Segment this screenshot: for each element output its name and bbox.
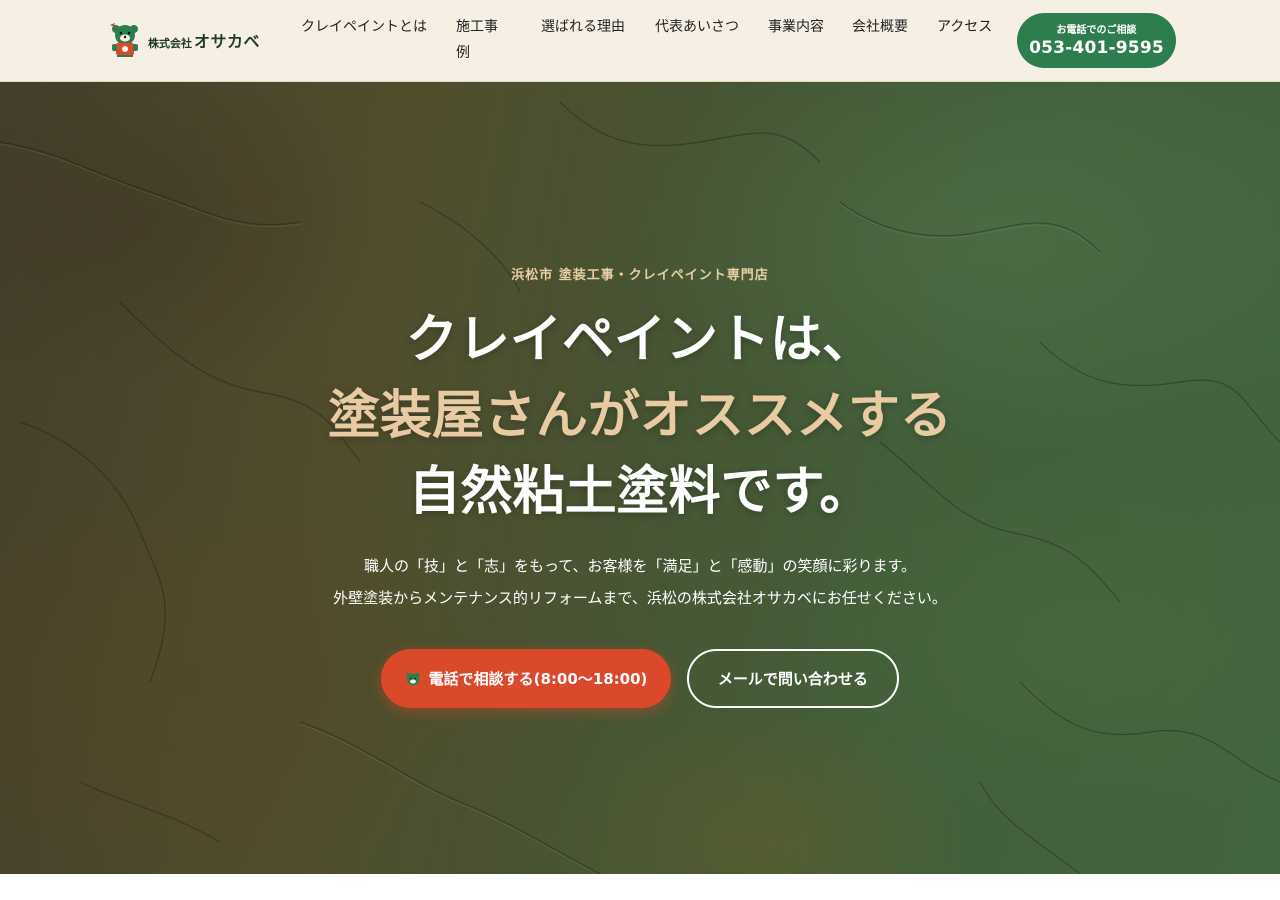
hero-section: 浜松市 塗装工事・クレイペイント専門店 クレイペイントは、 塗装屋さんがオススメ…	[0, 82, 1280, 874]
phone-number: 053-401-9595	[1029, 37, 1164, 58]
mail-inquiry-button[interactable]: メールで問い合わせる	[687, 649, 899, 708]
nav-item-greeting[interactable]: 代表あいさつ	[655, 14, 739, 40]
company-logo[interactable]: 株式会社 オサカベ	[108, 22, 260, 58]
phone-consult-button[interactable]: 電話で相談する(8:00〜18:00)	[381, 649, 671, 708]
hero-headline-line-2: 塗装屋さんがオススメする	[327, 386, 952, 446]
hero-headline-line-1: クレイペイントは、	[405, 310, 874, 370]
phone-consult-label: 電話で相談する(8:00〜18:00)	[428, 670, 648, 688]
bear-mascot-icon	[110, 23, 138, 57]
nav-item-company[interactable]: 会社概要	[852, 14, 908, 40]
nav-item-reasons[interactable]: 選ばれる理由	[541, 14, 625, 40]
logo-company-prefix: 株式会社	[148, 37, 192, 50]
nav-item-works[interactable]: 施工事例	[456, 14, 508, 66]
bear-mascot-icon	[405, 672, 420, 685]
hero-eyebrow: 浜松市 塗装工事・クレイペイント専門店	[511, 268, 769, 283]
mail-inquiry-label: メールで問い合わせる	[717, 670, 868, 688]
logo-text: 株式会社 オサカベ	[148, 28, 260, 52]
logo-company-name: オサカベ	[194, 32, 261, 51]
nav-item-claypaint[interactable]: クレイペイントとは	[301, 14, 429, 40]
nav-item-access[interactable]: アクセス	[937, 14, 993, 40]
hero-description-line-2: 外壁塗装からメンテナンス的リフォームまで、浜松の株式会社オサカベにお任せください…	[333, 589, 947, 607]
phone-button-label: お電話でのご相談	[1056, 24, 1137, 36]
header-phone-button[interactable]: お電話でのご相談 053-401-9595	[1017, 13, 1176, 68]
hero-description-line-1: 職人の「技」と「志」をもって、お客様を「満足」と「感動」の笑顔に彩ります。	[363, 557, 916, 575]
hero-headline-line-3: 自然粘土塗料です。	[408, 462, 872, 522]
site-header: 株式会社 オサカベ クレイペイントとは 施工事例 選ばれる理由 代表あいさつ 事…	[0, 0, 1280, 82]
nav-item-business[interactable]: 事業内容	[768, 14, 824, 40]
